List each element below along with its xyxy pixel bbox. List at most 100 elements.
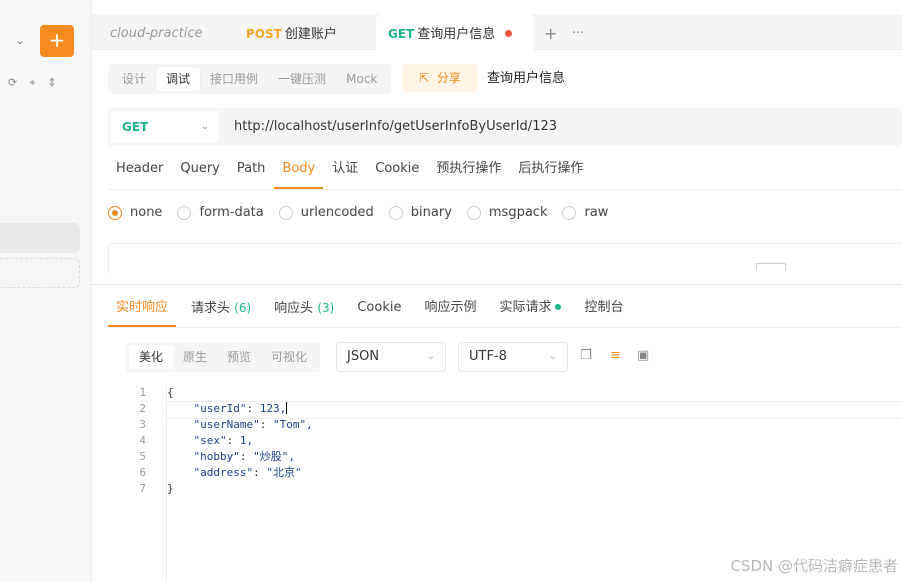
request-param-tabs: Header Query Path Body 认证 Cookie 预执行操作 后… bbox=[108, 150, 902, 190]
tab-query-user-info[interactable]: GET 查询用户信息 bbox=[376, 14, 534, 50]
count-badge: (6) bbox=[234, 301, 252, 315]
share-icon: ⇱ bbox=[419, 71, 430, 85]
sidebar-toolbar: ⟳ ⌖ ⇕ bbox=[8, 76, 57, 90]
tab-auth[interactable]: 认证 bbox=[324, 150, 366, 189]
json-value: 1, bbox=[239, 434, 254, 447]
tab-path[interactable]: Path bbox=[229, 150, 274, 189]
json-value: 123, bbox=[259, 402, 287, 415]
radio-none[interactable]: none bbox=[108, 205, 162, 220]
code-line: 3 "userName": "Tom", bbox=[108, 417, 902, 433]
line-number: 7 bbox=[139, 482, 146, 495]
response-tabs: 实时响应 请求头 (6) 响应头 (3) Cookie 响应示例 实际请求 控制… bbox=[108, 290, 902, 328]
code-text: "userId": 123, bbox=[193, 401, 288, 415]
radio-msgpack[interactable]: msgpack bbox=[466, 205, 547, 220]
code-text: } bbox=[167, 482, 174, 495]
tab-create-account[interactable]: POST 创建账户 bbox=[246, 14, 337, 50]
resize-handle[interactable] bbox=[756, 263, 786, 271]
view-pretty[interactable]: 美化 bbox=[129, 345, 174, 369]
radio-indicator bbox=[177, 205, 192, 220]
tab-body[interactable]: Body bbox=[274, 150, 324, 189]
method-value: GET bbox=[122, 120, 149, 134]
copy-icon[interactable]: ❐ bbox=[580, 348, 592, 363]
watermark: CSDN @代码洁癖症患者 bbox=[730, 557, 898, 575]
tab-label: 查询用户信息 bbox=[417, 27, 496, 42]
mode-design[interactable]: 设计 bbox=[112, 67, 156, 91]
line-number: 6 bbox=[139, 466, 146, 479]
radio-raw[interactable]: raw bbox=[562, 205, 608, 220]
count-badge: (3) bbox=[317, 301, 335, 315]
body-type-radios: none form-data urlencoded binary msgpack… bbox=[108, 205, 623, 220]
code-line: 4 "sex": 1, bbox=[108, 433, 902, 449]
tab-header[interactable]: Header bbox=[108, 150, 171, 189]
sidebar-item-placeholder[interactable] bbox=[0, 258, 80, 288]
left-sidebar: ⌄ + ⟳ ⌖ ⇕ bbox=[0, 0, 92, 582]
radio-urlencoded[interactable]: urlencoded bbox=[278, 205, 374, 220]
view-mode-switcher: 美化 原生 预览 可视化 bbox=[126, 342, 321, 372]
sort-icon[interactable]: ⇕ bbox=[47, 76, 56, 90]
line-number: 2 bbox=[139, 402, 146, 415]
tab-pre-script[interactable]: 预执行操作 bbox=[428, 150, 509, 189]
request-name[interactable]: 查询用户信息 bbox=[487, 64, 565, 94]
tab-response-example[interactable]: 响应示例 bbox=[416, 290, 484, 327]
add-tab-button[interactable]: + bbox=[544, 14, 557, 54]
mode-test-cases[interactable]: 接口用例 bbox=[200, 67, 268, 91]
method-select[interactable]: GET ⌄ bbox=[111, 111, 219, 143]
tab-query[interactable]: Query bbox=[172, 150, 228, 189]
json-key: "hobby" bbox=[193, 450, 240, 463]
radio-form-data[interactable]: form-data bbox=[177, 205, 264, 220]
save-icon[interactable]: ▣ bbox=[637, 348, 649, 363]
tab-actual-request[interactable]: 实际请求 bbox=[491, 290, 569, 327]
target-icon[interactable]: ⌖ bbox=[29, 76, 35, 90]
view-preview[interactable]: 预览 bbox=[217, 345, 261, 369]
line-number: 3 bbox=[139, 418, 146, 431]
radio-label: none bbox=[130, 205, 163, 220]
mode-debug[interactable]: 调试 bbox=[156, 67, 201, 91]
tab-request-headers[interactable]: 请求头 (6) bbox=[183, 290, 259, 327]
json-value: "Tom", bbox=[272, 418, 313, 431]
radio-indicator bbox=[108, 205, 122, 220]
line-number: 5 bbox=[139, 450, 146, 463]
code-line: 5 "hobby": "炒股", bbox=[108, 449, 902, 465]
code-text: "sex": 1, bbox=[193, 434, 254, 447]
share-label: 分享 bbox=[436, 71, 461, 85]
method-badge-post: POST bbox=[246, 27, 282, 41]
tab-console[interactable]: 控制台 bbox=[576, 290, 631, 327]
mode-load-test[interactable]: 一键压测 bbox=[268, 67, 336, 91]
radio-label: binary bbox=[410, 205, 452, 220]
radio-label: urlencoded bbox=[300, 205, 374, 220]
response-code-viewer[interactable]: 1 { 2 "userId": 123, 3 "userName": "Tom"… bbox=[108, 385, 902, 582]
tab-cookie[interactable]: Cookie bbox=[367, 150, 427, 189]
sidebar-item-selected[interactable] bbox=[0, 223, 80, 253]
chevron-down-icon[interactable]: ⌄ bbox=[8, 30, 32, 52]
radio-indicator bbox=[562, 205, 577, 220]
code-text: "userName": "Tom", bbox=[193, 418, 313, 431]
radio-binary[interactable]: binary bbox=[388, 205, 452, 220]
text-caret bbox=[286, 401, 288, 414]
add-button[interactable]: + bbox=[40, 25, 74, 57]
code-line: 6 "address": "北京" bbox=[108, 465, 902, 481]
unsaved-dot-icon bbox=[505, 30, 513, 37]
encoding-select[interactable]: UTF-8 ⌄ bbox=[458, 342, 568, 372]
radio-indicator bbox=[466, 205, 481, 220]
chevron-down-icon: ⌄ bbox=[548, 351, 557, 362]
url-input[interactable] bbox=[234, 108, 834, 146]
code-text: "hobby": "炒股", bbox=[193, 450, 295, 463]
tab-post-script[interactable]: 后执行操作 bbox=[510, 150, 591, 189]
tab-realtime-response[interactable]: 实时响应 bbox=[108, 290, 177, 327]
mode-mock[interactable]: Mock bbox=[336, 67, 387, 91]
tab-label: 创建账户 bbox=[284, 27, 337, 42]
panel-divider[interactable] bbox=[92, 284, 902, 285]
chevron-down-icon: ⌄ bbox=[200, 121, 209, 132]
share-button[interactable]: ⇱ 分享 bbox=[402, 64, 478, 92]
tab-project[interactable]: cloud-practice bbox=[110, 14, 202, 50]
view-raw[interactable]: 原生 bbox=[173, 345, 217, 369]
format-value: JSON bbox=[347, 349, 380, 364]
tab-response-cookie[interactable]: Cookie bbox=[349, 290, 409, 327]
tab-response-headers[interactable]: 响应头 (3) bbox=[266, 290, 342, 327]
format-lines-icon[interactable]: ≡ bbox=[610, 348, 621, 363]
code-line: 7 } bbox=[108, 481, 902, 497]
view-visualize[interactable]: 可视化 bbox=[261, 345, 317, 369]
format-select[interactable]: JSON ⌄ bbox=[336, 342, 446, 372]
refresh-icon[interactable]: ⟳ bbox=[8, 76, 17, 90]
more-tabs-button[interactable]: ··· bbox=[572, 14, 584, 54]
